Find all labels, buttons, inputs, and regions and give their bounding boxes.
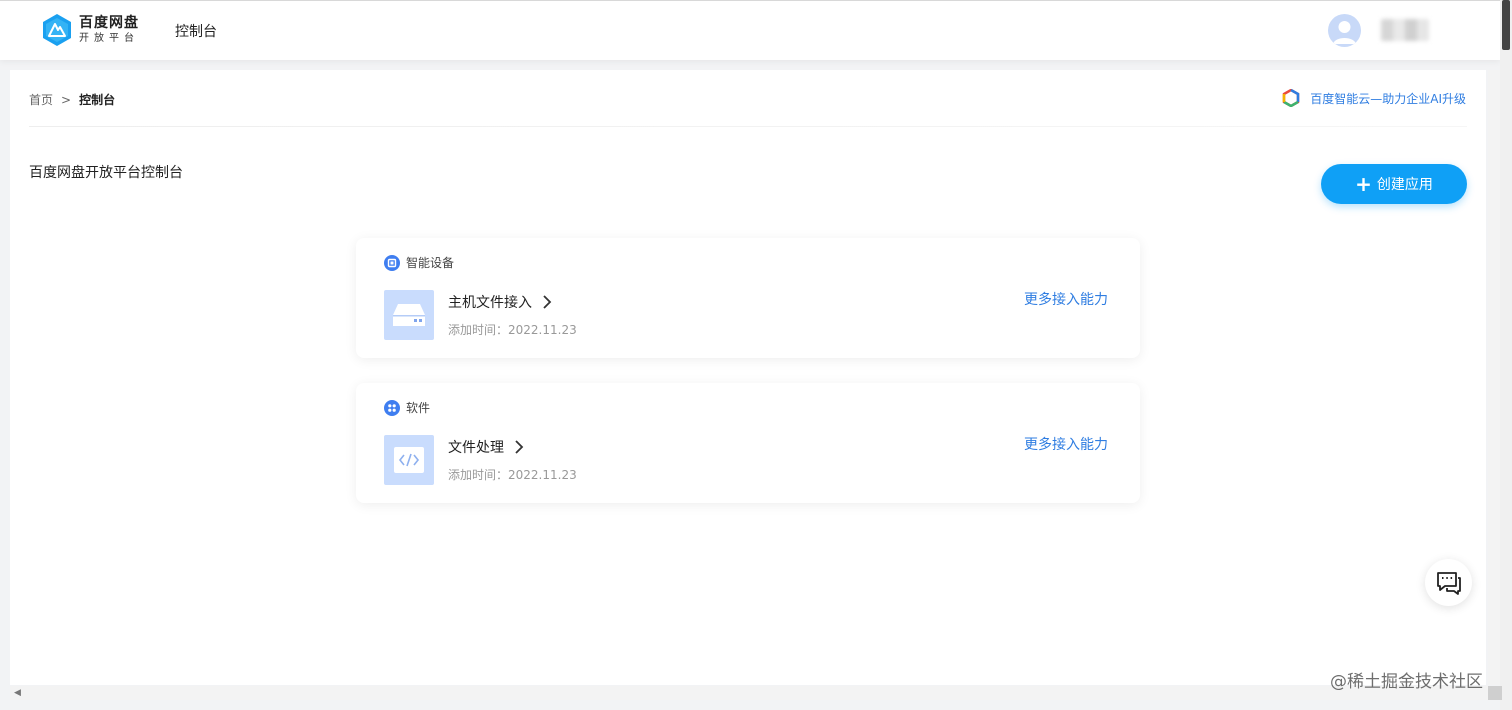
code-icon	[394, 447, 424, 473]
nav-console[interactable]: 控制台	[175, 21, 217, 41]
baidu-cloud-link[interactable]: 百度智能云—助力企业AI升级	[1282, 89, 1466, 107]
server-icon	[393, 304, 425, 326]
chat-icon	[1436, 571, 1461, 595]
console-panel: 首页 > 控制台 百度智能云—助力企业AI升级 百度网盘开放平台控制台 + 创建…	[10, 70, 1486, 685]
app-card: 软件 文件处理 添加时间：2022.11.23 更多接入能力	[356, 383, 1140, 503]
page-scrollbar-thumb[interactable]	[1502, 0, 1510, 50]
device-icon	[384, 254, 400, 271]
app-icon[interactable]	[384, 435, 434, 485]
app-name-link[interactable]: 文件处理	[448, 437, 524, 457]
breadcrumb-current: 控制台	[79, 93, 116, 107]
category-header: 软件	[384, 399, 430, 416]
create-app-button[interactable]: + 创建应用	[1321, 164, 1467, 204]
app-name: 文件处理	[448, 440, 504, 456]
category-header: 智能设备	[384, 254, 454, 271]
more-capabilities-link[interactable]: 更多接入能力	[1024, 289, 1108, 309]
chevron-right-icon	[515, 440, 524, 454]
top-header: 百度网盘 开放平台 控制台	[0, 0, 1500, 60]
baidu-cloud-link-text: 百度智能云—助力企业AI升级	[1310, 91, 1466, 106]
scrollbar-corner	[1488, 686, 1502, 700]
category-label: 智能设备	[406, 256, 455, 270]
app-card: 智能设备 主机文件接入 添加时间：2022.11.23 更多接入能力	[356, 238, 1140, 358]
logo-subtitle: 开放平台	[79, 33, 139, 44]
app-name: 主机文件接入	[448, 295, 532, 311]
chat-support-button[interactable]	[1425, 559, 1472, 606]
breadcrumb: 首页 > 控制台	[29, 91, 115, 108]
user-avatar-icon	[1328, 14, 1361, 47]
page-title: 百度网盘开放平台控制台	[29, 165, 183, 181]
app-name-link[interactable]: 主机文件接入	[448, 292, 552, 312]
divider	[29, 126, 1467, 127]
app-icon[interactable]	[384, 290, 434, 340]
breadcrumb-home[interactable]: 首页	[29, 91, 53, 108]
app-added-time: 添加时间：2022.11.23	[448, 323, 577, 337]
chevron-right-icon	[543, 295, 552, 309]
app-added-time: 添加时间：2022.11.23	[448, 468, 577, 482]
plus-icon: +	[1355, 172, 1372, 196]
category-label: 软件	[406, 401, 431, 415]
baidu-pan-logo-icon	[43, 14, 71, 46]
logo[interactable]: 百度网盘 开放平台	[40, 13, 139, 47]
username-blurred[interactable]	[1381, 19, 1429, 41]
horizontal-scrollbar[interactable]	[10, 686, 1488, 700]
more-capabilities-link[interactable]: 更多接入能力	[1024, 434, 1108, 454]
apps-grid-icon	[384, 399, 400, 416]
baidu-cloud-icon	[1283, 89, 1300, 107]
breadcrumb-separator: >	[61, 92, 72, 107]
page-scrollbar[interactable]	[1500, 0, 1512, 710]
logo-title: 百度网盘	[79, 15, 139, 31]
user-avatar[interactable]	[1328, 14, 1361, 47]
panel-scrollbar[interactable]	[1488, 70, 1500, 685]
watermark: @稀土掘金技术社区	[1330, 672, 1483, 692]
scroll-left-arrow-icon[interactable]: ◀	[14, 688, 21, 698]
create-app-label: 创建应用	[1376, 177, 1433, 193]
